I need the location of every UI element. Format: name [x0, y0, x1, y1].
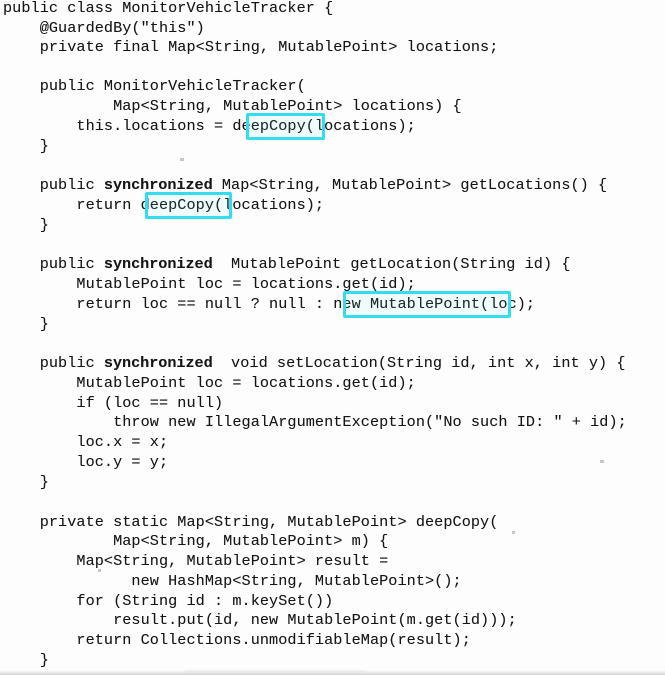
scan-speck: [512, 531, 515, 534]
highlight-box-constructor-deepCopy-call[interactable]: [246, 113, 325, 140]
code-line: new HashMap<String, MutablePoint>();: [3, 572, 462, 590]
scan-speck: [98, 569, 101, 572]
code-line: if (loc == null): [3, 394, 224, 412]
code-line: }: [3, 315, 49, 333]
page-bottom-edge: [0, 670, 665, 675]
keyword-synchronized: synchronized: [103, 255, 213, 273]
code-line: loc.x = x;: [3, 433, 169, 451]
highlight-box-getLocation-new-mutablepoint[interactable]: [343, 291, 511, 318]
code-listing: public class MonitorVehicleTracker { @Gu…: [0, 0, 665, 675]
code-line: @GuardedBy("this"): [3, 19, 205, 37]
code-line: private static Map<String, MutablePoint>…: [3, 513, 499, 531]
code-line: public synchronized MutablePoint getLoca…: [3, 255, 571, 273]
highlight-box-getLocations-deepCopy-call[interactable]: [145, 192, 232, 219]
keyword-synchronized: synchronized: [103, 354, 213, 372]
code-line: }: [3, 137, 49, 155]
code-line: Map<String, MutablePoint> result =: [3, 552, 389, 570]
code-line: throw new IllegalArgumentException("No s…: [3, 413, 627, 431]
code-line: MutablePoint loc = locations.get(id);: [3, 374, 416, 392]
code-line: loc.y = y;: [3, 453, 169, 471]
code-line: Map<String, MutablePoint> m) {: [3, 532, 389, 550]
code-line: public class MonitorVehicleTracker {: [3, 0, 334, 17]
scan-speck: [180, 158, 184, 161]
code-line: public synchronized Map<String, MutableP…: [3, 176, 608, 194]
code-line: }: [3, 651, 49, 669]
code-line: return Collections.unmodifiableMap(resul…: [3, 631, 471, 649]
code-line: this.locations = deepCopy(locations);: [3, 117, 416, 135]
code-line: }: [3, 473, 49, 491]
scan-speck: [600, 460, 604, 463]
code-line: public synchronized void setLocation(Str…: [3, 354, 626, 372]
code-line: for (String id : m.keySet()): [3, 592, 334, 610]
code-line: private final Map<String, MutablePoint> …: [3, 38, 499, 56]
code-line: result.put(id, new MutablePoint(m.get(id…: [3, 611, 517, 629]
code-line: Map<String, MutablePoint> locations) {: [3, 97, 462, 115]
code-line: public MonitorVehicleTracker(: [3, 77, 306, 95]
scanned-page: public class MonitorVehicleTracker { @Gu…: [0, 0, 665, 675]
code-line: }: [3, 216, 49, 234]
